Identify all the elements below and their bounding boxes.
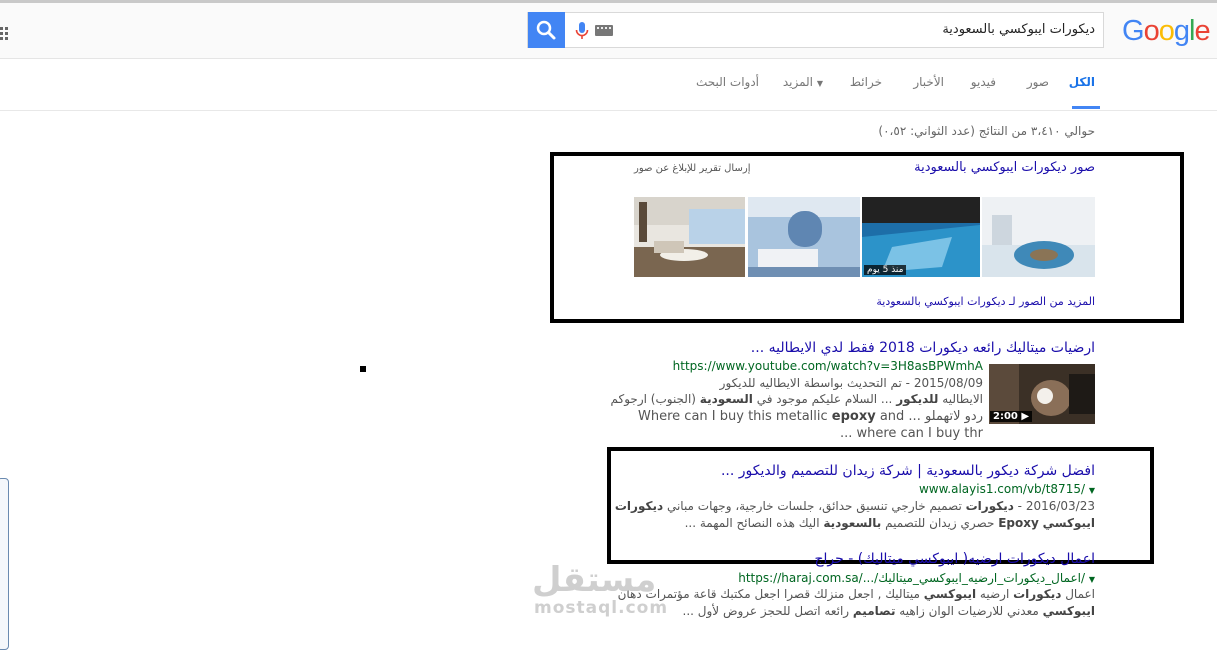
result-url-text: www.alayis1.com/vb/t8715/	[918, 482, 1086, 496]
logo-letter: G	[1122, 15, 1145, 47]
tab-search-tools[interactable]: أدوات البحث	[696, 75, 759, 89]
snippet-text: معدني للارضيات الوان زاهيه	[895, 604, 1043, 618]
side-panel-edge[interactable]	[0, 478, 9, 650]
tab-more[interactable]: المزيد ▼	[783, 75, 823, 89]
snippet-text: ... السلام عليكم موجود في	[752, 392, 897, 406]
snippet-keyword: ايبوكسي	[923, 587, 977, 601]
search-button[interactable]	[528, 12, 565, 48]
snippet-text: ردو لاتهملو ... Where can I buy this met…	[638, 409, 983, 424]
snippet-date: 2016/03/23 -	[1013, 499, 1095, 513]
tab-maps[interactable]: خرائط	[850, 75, 882, 89]
more-images-link[interactable]: المزيد من الصور لـ ديكورات ايبوكسي بالسع…	[876, 295, 1095, 308]
result-snippet: 2016/03/23 - ديكورات تصميم خارجي تنسيق ح…	[615, 499, 1095, 513]
keyboard-icon[interactable]	[595, 25, 613, 36]
tab-images[interactable]: صور	[1027, 75, 1049, 89]
result-snippet: ايبوكسي Epoxy حصري زيدان للتصميم بالسعود…	[685, 516, 1095, 530]
tab-videos[interactable]: فيديو	[971, 75, 996, 89]
chevron-down-icon[interactable]: ▼	[1089, 575, 1095, 584]
snippet-text: الايطاليه	[938, 392, 983, 406]
chevron-down-icon: ▼	[816, 79, 823, 88]
snippet-keyword: epoxy	[831, 409, 876, 424]
google-logo[interactable]: Google	[1122, 15, 1211, 48]
apps-grid-icon[interactable]	[0, 27, 8, 41]
snippet-keyword: ديكورات	[965, 499, 1014, 513]
active-tab-indicator	[1072, 106, 1100, 109]
logo-letter: g	[1173, 15, 1190, 47]
image-thumbnail[interactable]	[748, 197, 860, 277]
result-meta: 2015/08/09 - تم التحديث بواسطة الايطاليه…	[719, 376, 983, 390]
snippet-text: ارضيه	[976, 587, 1014, 601]
video-thumbnail[interactable]: 2:00 ▶	[989, 364, 1095, 424]
snippet-text: حصري زيدان للتصميم	[881, 516, 999, 530]
result-url-text: https://haraj.com.sa/.../اعمال_ديكورات_ا…	[738, 571, 1086, 585]
result-snippet: اعمال ديكورات ارضيه ايبوكسي ميتاليك , اج…	[618, 587, 1095, 601]
result-title-link[interactable]: ارضيات ميتاليك رائعه ديكورات 2018 فقط لد…	[751, 340, 1095, 356]
snippet-text: تصميم خارجي تنسيق حدائق، جلسات خارجية، و…	[663, 499, 966, 513]
snippet-text: رائعه اتصل للحجز عروض لأول ...	[682, 604, 853, 618]
snippet-text: اعمال	[1061, 587, 1095, 601]
tab-all[interactable]: الكل	[1069, 75, 1095, 89]
watermark-arabic: مستقل	[532, 560, 657, 600]
search-box: ديكورات ايبوكسي بالسعودية	[527, 12, 1104, 48]
snippet-keyword: ايبوكسي	[1042, 604, 1095, 618]
logo-letter: o	[1158, 15, 1175, 47]
image-results-heading[interactable]: صور ديكورات ايبوكسي بالسعودية	[914, 160, 1095, 175]
chevron-down-icon[interactable]: ▼	[1089, 486, 1095, 495]
snippet-text: (الجنوب) ارجوكم	[610, 392, 700, 406]
result-snippet: ايبوكسي معدني للارضيات الوان زاهيه تصامي…	[683, 604, 1095, 618]
logo-letter: o	[1143, 15, 1160, 47]
snippet-keyword: Epoxy	[998, 516, 1039, 530]
image-thumbnail[interactable]: منذ 5 يوم	[862, 197, 980, 277]
snippet-keyword: ديكورات	[1013, 587, 1062, 601]
logo-letter: e	[1194, 15, 1210, 47]
microphone-icon[interactable]	[572, 21, 592, 41]
snippet-keyword: ديكورات	[614, 499, 664, 513]
search-tabs: الكل صور فيديو الأخبار خرائط المزيد ▼ أد…	[0, 58, 1217, 111]
image-thumbnail[interactable]	[982, 197, 1095, 277]
image-thumbnail[interactable]	[634, 197, 745, 277]
search-input[interactable]: ديكورات ايبوكسي بالسعودية	[942, 22, 1095, 37]
cursor-marker	[360, 366, 366, 372]
recency-badge: منذ 5 يوم	[864, 265, 907, 275]
watermark: مستقل mostaql.com	[532, 560, 667, 618]
result-snippet: ردو لاتهملو ... Where can I buy this met…	[638, 409, 983, 424]
result-snippet: where can I buy thr ...	[839, 426, 983, 441]
video-duration: 2:00 ▶	[990, 411, 1033, 422]
snippet-keyword: للديكور	[896, 392, 939, 406]
result-snippet: الايطاليه للديكور ... السلام عليكم موجود…	[611, 392, 984, 406]
snippet-keyword: ايبوكسي	[1042, 516, 1095, 530]
result-url: https://www.youtube.com/watch?v=3H8asBPW…	[672, 359, 983, 373]
result-url: https://haraj.com.sa/.../اعمال_ديكورات_ا…	[738, 571, 1095, 585]
search-header: ديكورات ايبوكسي بالسعودية Google	[0, 3, 1217, 59]
snippet-text: اليك هذه النصائح المهمة ...	[684, 516, 824, 530]
tab-more-label: المزيد	[782, 75, 814, 89]
snippet-keyword: بالسعودية	[823, 516, 882, 530]
search-icon	[536, 20, 556, 40]
watermark-latin: mostaql.com	[534, 598, 669, 618]
result-title-link[interactable]: افضل شركة ديكور بالسعودية | شركة زيدان ل…	[721, 463, 1095, 479]
report-images-link[interactable]: إرسال تقرير للإبلاغ عن صور	[634, 163, 750, 174]
result-stats: حوالي ٣،٤١٠ من النتائج (عدد الثواني: ٠،٥…	[878, 124, 1095, 138]
snippet-keyword: تصاميم	[852, 604, 896, 618]
tab-news[interactable]: الأخبار	[913, 75, 944, 89]
result-url: www.alayis1.com/vb/t8715/ ▼	[919, 482, 1095, 496]
snippet-text: and	[875, 409, 905, 424]
snippet-keyword: السعودية	[699, 392, 753, 406]
result-title-link[interactable]: اعمال ديكورات ارضيه( ايبوكسي ميتاليك) - …	[814, 551, 1095, 567]
